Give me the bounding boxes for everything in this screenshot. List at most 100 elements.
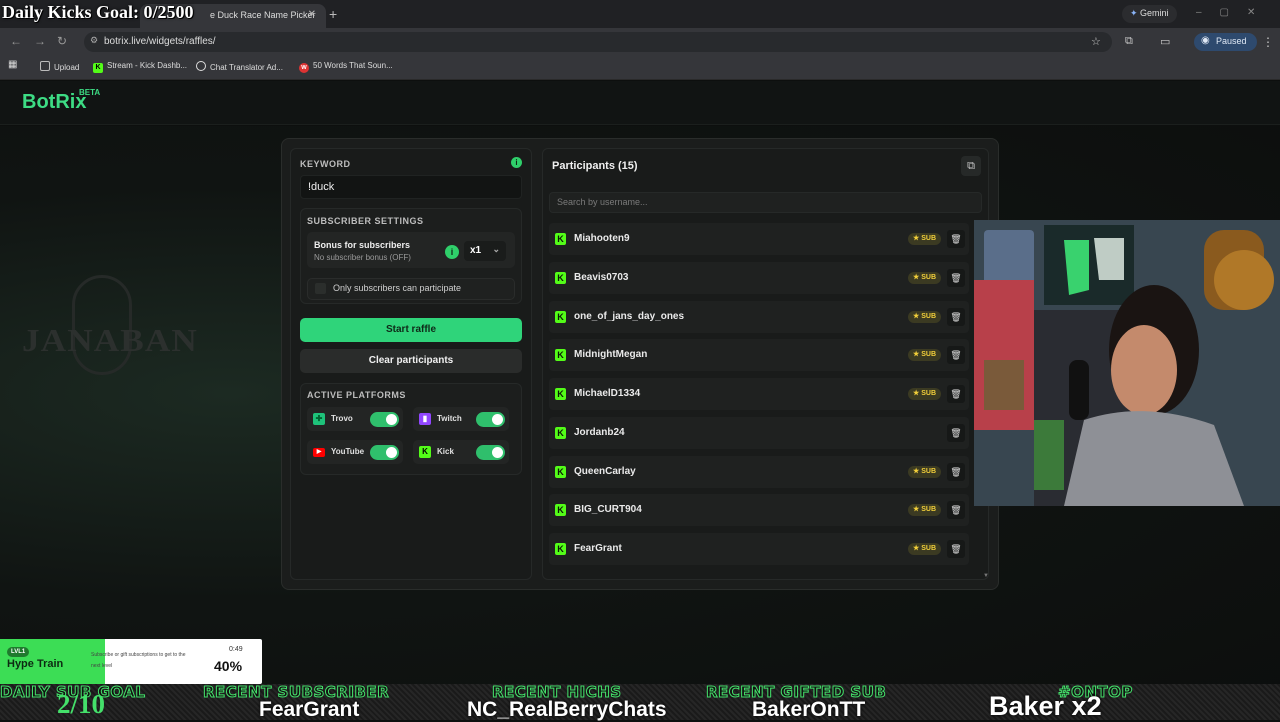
participant-row: K Miahooten9 ★ SUB 🗑 (549, 223, 969, 255)
sub-badge-label: SUB (921, 235, 936, 242)
participant-row: K Beavis0703 ★ SUB 🗑 (549, 261, 969, 294)
extensions-icon[interactable]: ⧉ (1125, 35, 1133, 48)
participant-name: MidnightMegan (574, 349, 648, 361)
delete-icon[interactable]: 🗑 (947, 230, 965, 248)
delete-icon[interactable]: 🗑 (947, 307, 965, 326)
sub-badge-label: SUB (921, 312, 936, 320)
delete-icon[interactable]: 🗑 (947, 462, 965, 481)
multiplier-value: x1 (470, 245, 482, 256)
hype-train-percent: 40% (214, 658, 243, 674)
participant-name: one_of_jans_day_ones (574, 310, 685, 322)
profile-icon: ◉ (1201, 35, 1210, 46)
forward-icon[interactable]: → (34, 34, 46, 48)
twitch-toggle[interactable] (476, 412, 505, 427)
recent-gifted-value: BakerOnTT (752, 698, 866, 721)
scroll-down-icon[interactable]: ▼ (983, 573, 989, 579)
bookmark-chat-translator[interactable]: Chat Translator Ad... (196, 61, 283, 72)
kick-icon: K (555, 543, 566, 555)
window-controls[interactable]: –▢✕ (1196, 7, 1273, 18)
back-icon[interactable]: ← (10, 34, 22, 48)
keyword-input[interactable]: !duck (300, 175, 522, 199)
participant-name: Beavis0703 (574, 271, 629, 283)
youtube-icon: ▶ (313, 448, 325, 457)
youtube-toggle[interactable] (370, 445, 399, 460)
delete-icon[interactable]: 🗑 (947, 346, 965, 365)
trovo-icon: ✚ (313, 413, 325, 425)
multiplier-select[interactable]: x1 ⌄ (464, 241, 506, 261)
ontop-value: Baker x2 (989, 691, 1102, 721)
delete-icon[interactable]: 🗑 (947, 268, 965, 287)
kick-icon: K (419, 446, 431, 458)
kick-icon: K (555, 233, 566, 245)
url-text: botrix.live/widgets/raffles/ (104, 36, 216, 47)
recent-hichs-value: NC_RealBerryChats (467, 698, 667, 721)
gemini-label: Gemini (1140, 8, 1169, 18)
sub-badge: ★ SUB (907, 233, 941, 245)
new-tab-button[interactable]: + (329, 6, 337, 22)
platform-label: Twitch (437, 414, 462, 423)
participant-row: K Jordanb24 🗑 (549, 416, 969, 449)
delete-icon[interactable]: 🗑 (947, 540, 965, 558)
bonus-status: No subscriber bonus (OFF) (314, 253, 411, 262)
trovo-toggle[interactable] (370, 412, 399, 427)
bookmark-kick-dashboard[interactable]: K Stream - Kick Dashb... (93, 61, 187, 73)
bookmark-50-words[interactable]: w 50 Words That Soun... (299, 61, 393, 73)
bookmark-star-icon[interactable]: ☆ (1091, 35, 1101, 48)
gemini-button[interactable]: ✦ Gemini (1122, 5, 1177, 23)
delete-icon[interactable]: 🗑 (947, 385, 965, 403)
keyword-label: KEYWORD (300, 159, 351, 169)
bookmark-upload[interactable]: Upload (40, 61, 79, 72)
profile-paused-button[interactable]: ◉ Paused (1194, 33, 1257, 51)
sub-badge-label: SUB (921, 351, 936, 359)
kick-icon: K (93, 63, 103, 73)
folder-icon (40, 61, 50, 71)
toggle-knob (386, 447, 397, 458)
start-raffle-button[interactable]: Start raffle (300, 318, 522, 342)
site-info-icon[interactable]: ⚙ (90, 35, 98, 46)
delete-icon[interactable]: 🗑 (947, 423, 965, 442)
bookmark-label: 50 Words That Soun... (313, 61, 393, 70)
participant-name: BIG_CURT904 (574, 504, 642, 516)
webcam-image (974, 220, 1280, 506)
sub-badge: ★ SUB (907, 504, 941, 517)
kick-toggle[interactable] (476, 445, 505, 460)
apps-grid-icon[interactable]: ▦ (8, 59, 17, 70)
reload-icon[interactable]: ↻ (57, 34, 67, 48)
platform-label: Kick (437, 447, 454, 456)
globe-icon (196, 61, 206, 71)
chevron-down-icon: ⌄ (492, 244, 500, 254)
sparkle-icon: ✦ (1130, 8, 1141, 18)
only-subscribers-checkbox[interactable] (315, 283, 326, 294)
participant-row: K MichaelD1334 ★ SUB 🗑 (549, 378, 969, 410)
participant-row: K QueenCarlay ★ SUB 🗑 (549, 455, 969, 488)
platform-twitch: ▮ Twitch (413, 407, 509, 431)
brand-logo[interactable]: BotRix (22, 91, 86, 114)
tab-close-icon[interactable]: ✕ (308, 9, 316, 20)
platform-label: Trovo (331, 414, 353, 423)
browser-menu-icon[interactable]: ⋮ (1262, 35, 1274, 49)
participant-row: K BIG_CURT904 ★ SUB 🗑 (549, 494, 969, 527)
kick-icon: K (555, 388, 566, 400)
side-panel-icon[interactable]: ▭ (1160, 35, 1170, 48)
clear-participants-button[interactable]: Clear participants (300, 349, 522, 373)
sub-badge-label: SUB (921, 467, 936, 475)
profile-status: Paused (1216, 36, 1247, 46)
participant-name: MichaelD1334 (574, 388, 641, 399)
copy-icon[interactable]: ⧉ (961, 156, 981, 176)
daily-sub-goal-value: 2/10 (57, 689, 106, 719)
url-input[interactable]: ⚙ botrix.live/widgets/raffles/ (84, 32, 1112, 52)
participant-search-input[interactable]: Search by username... (549, 192, 982, 213)
delete-icon[interactable]: 🗑 (947, 501, 965, 520)
recent-subscriber-value: FearGrant (259, 698, 360, 721)
bonus-info-icon[interactable]: i (445, 245, 459, 259)
info-icon[interactable]: i (511, 157, 522, 168)
sub-badge: ★ SUB (907, 349, 941, 362)
toggle-knob (386, 414, 397, 425)
bonus-title: Bonus for subscribers (314, 240, 411, 250)
webcam-feed (974, 220, 1280, 506)
subscriber-settings-label: SUBSCRIBER SETTINGS (307, 216, 424, 226)
channel-watermark: JANABAN (22, 322, 198, 358)
kick-icon: K (555, 310, 566, 323)
hype-train-title: Hype Train (7, 658, 64, 670)
beta-badge: BETA (79, 88, 101, 97)
